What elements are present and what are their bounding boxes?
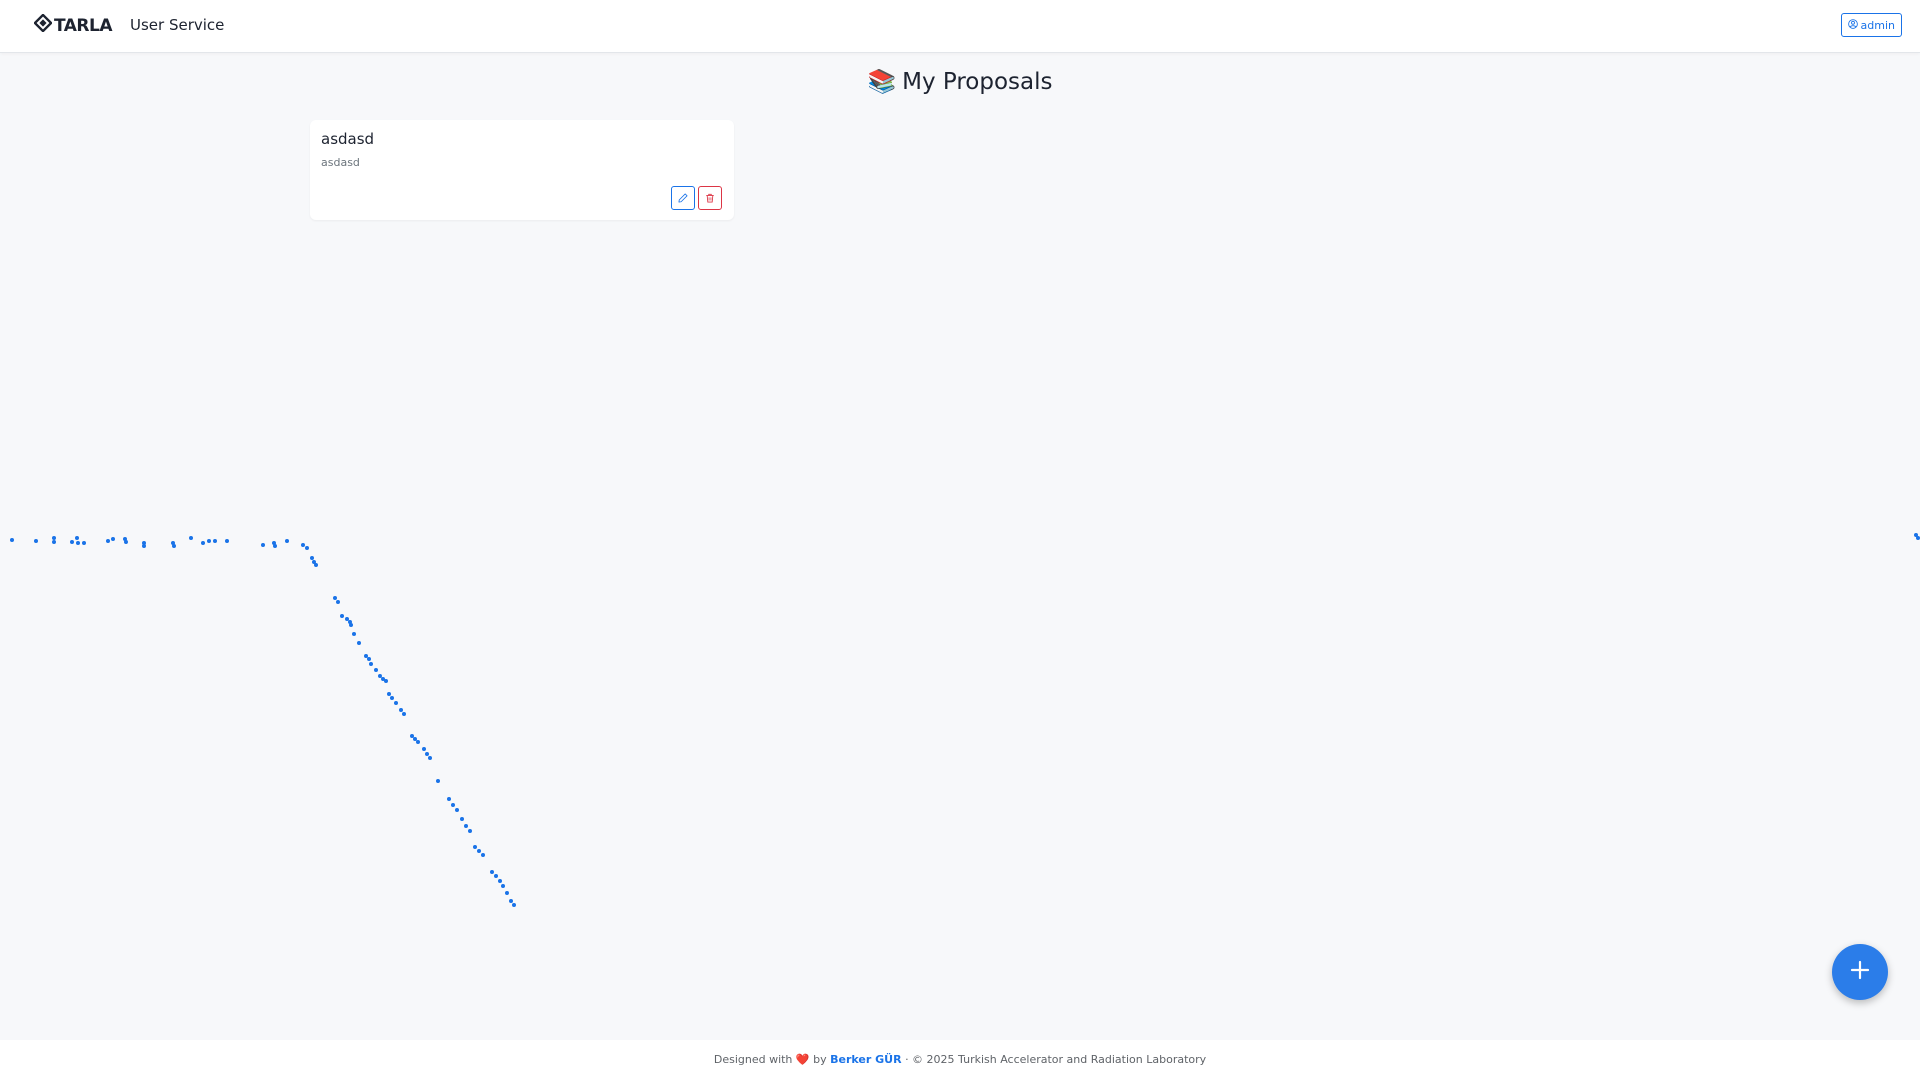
proposal-title: asdasd xyxy=(321,130,375,148)
user-circle-icon xyxy=(1847,18,1858,32)
user-menu-button[interactable]: admin xyxy=(1840,13,1902,37)
footer-designed-with: Designed with xyxy=(713,1053,793,1066)
brand-link[interactable]: TARLA xyxy=(33,13,113,37)
proposal-description: asdasd xyxy=(321,156,360,169)
footer-by: by xyxy=(813,1053,827,1066)
page-title: 📚 My Proposals xyxy=(0,68,1920,95)
proposal-card: asdasd asdasd xyxy=(310,120,734,220)
heart-icon: ❤️ xyxy=(795,1053,810,1066)
service-title: User Service xyxy=(130,16,225,34)
edit-proposal-button[interactable] xyxy=(671,186,695,210)
plus-icon xyxy=(1849,959,1871,985)
pencil-icon xyxy=(678,191,688,206)
delete-proposal-button[interactable] xyxy=(698,186,722,210)
page-title-text: My Proposals xyxy=(902,69,1053,95)
footer-author-link[interactable]: Berker GÜR xyxy=(830,1053,901,1066)
trash-icon xyxy=(705,191,715,206)
top-navbar: TARLA User Service admin xyxy=(0,0,1920,53)
tarla-logo-icon xyxy=(33,13,54,37)
books-emoji: 📚 xyxy=(867,69,897,95)
page: TARLA User Service admin 📚 My Proposals a… xyxy=(0,0,1920,1080)
footer-copyright: · © 2025 Turkish Accelerator and Radiati… xyxy=(905,1053,1207,1066)
add-proposal-button[interactable] xyxy=(1832,944,1888,1000)
user-name-label: admin xyxy=(1860,18,1895,32)
decorative-dot-trail xyxy=(10,533,1920,907)
brand-text: TARLA xyxy=(54,15,113,36)
footer: Designed with ❤️ by Berker GÜR · © 2025 … xyxy=(0,1040,1920,1080)
